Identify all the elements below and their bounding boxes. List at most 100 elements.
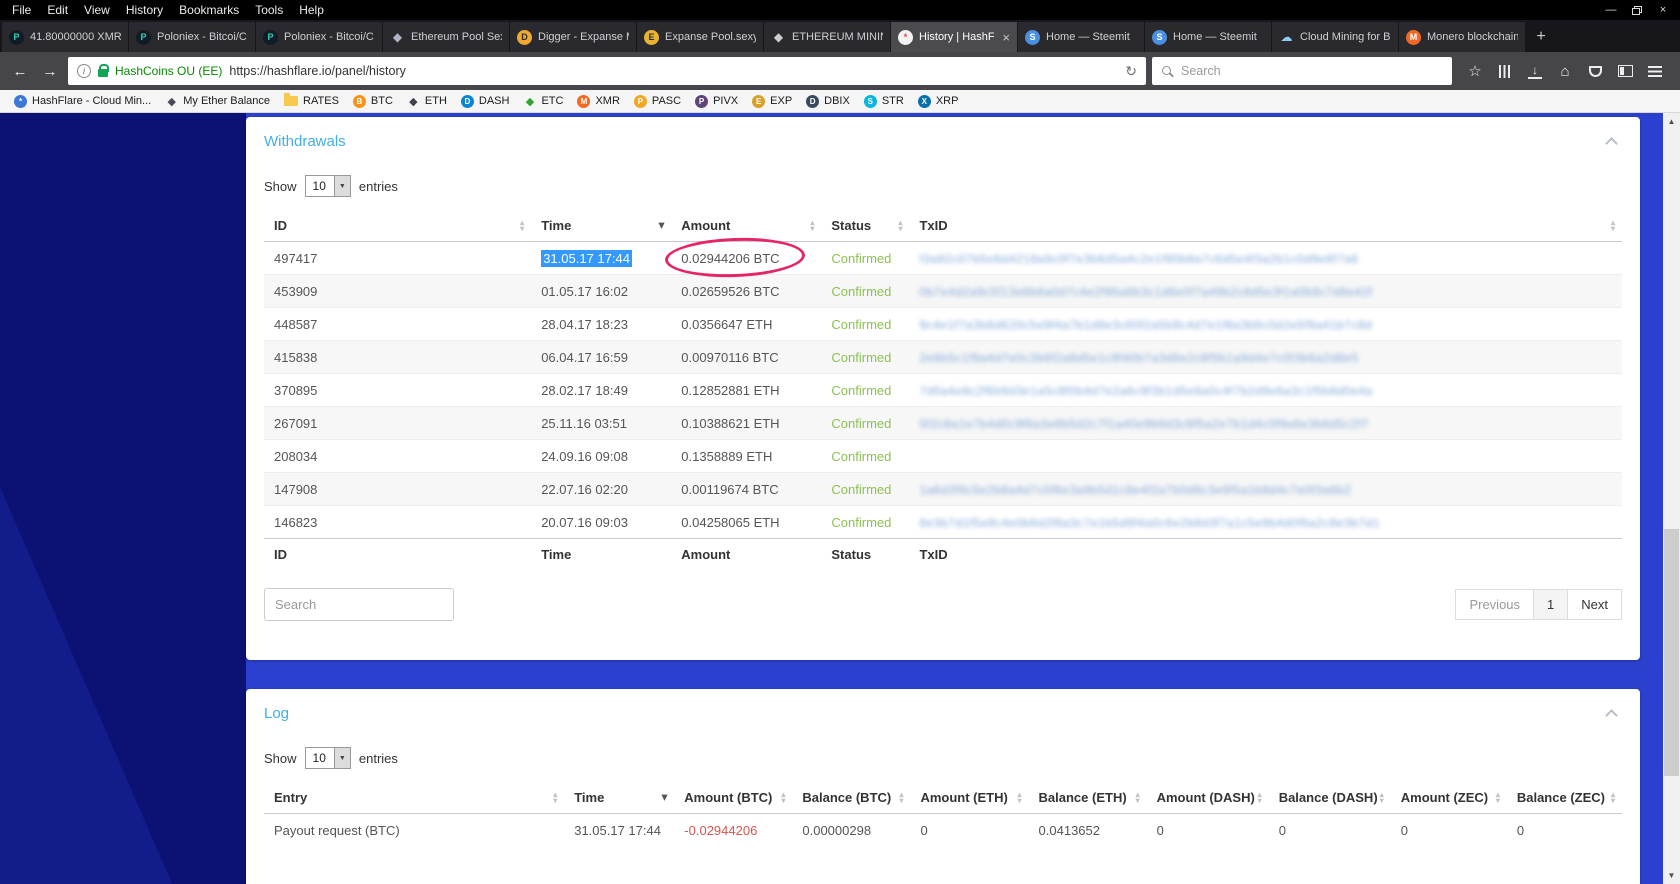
- table-row[interactable]: 370895 28.02.17 18:49 0.12852881 ETH Con…: [264, 373, 1622, 407]
- column-header[interactable]: Balance (BTC) ▴ ▾: [792, 782, 911, 814]
- column-footer: Status: [821, 538, 910, 570]
- bookmark-item[interactable]: D DASH: [455, 93, 516, 110]
- table-row[interactable]: 453909 01.05.17 16:02 0.02659526 BTC Con…: [264, 274, 1622, 308]
- column-header[interactable]: Amount (BTC) ▴ ▾: [674, 782, 793, 814]
- close-button[interactable]: ×: [1653, 3, 1673, 17]
- table-row[interactable]: Payout request (BTC) 31.05.17 17:44 -0.029…: [264, 814, 1622, 847]
- bookmark-item[interactable]: M XMR: [571, 93, 625, 110]
- bookmark-item[interactable]: ◆ My Ether Balance: [159, 93, 276, 110]
- bookmark-item[interactable]: S STR: [858, 93, 910, 110]
- bookmark-item[interactable]: X XRP: [912, 93, 965, 110]
- bookmark-item[interactable]: B BTC: [347, 93, 399, 110]
- menu-item[interactable]: Help: [291, 1, 332, 19]
- cell-txid: f3a92c07b5e6d4218a9c0f7e3b6d5a4c2e1f90b8…: [909, 242, 1622, 275]
- bookmark-item[interactable]: * HashFlare - Cloud Min...: [8, 93, 157, 110]
- vertical-scrollbar[interactable]: ▲ ▼: [1663, 113, 1680, 884]
- browser-tab[interactable]: D Digger - Expanse M: [510, 22, 637, 52]
- browser-tab[interactable]: ◆ ETHEREUM MINING: [764, 22, 891, 52]
- collapse-chevron-icon[interactable]: [1605, 137, 1618, 150]
- page-size-select[interactable]: 10 ▼: [304, 747, 351, 769]
- reload-icon[interactable]: ↻: [1125, 63, 1137, 80]
- menu-item[interactable]: History: [118, 1, 171, 19]
- pocket-icon[interactable]: [1586, 62, 1604, 80]
- column-header[interactable]: Balance (DASH) ▴ ▾: [1268, 782, 1391, 814]
- column-header[interactable]: Balance (ZEC) ▴ ▾: [1506, 782, 1622, 814]
- column-header[interactable]: Amount (ZEC) ▴ ▾: [1390, 782, 1507, 814]
- bookmark-item[interactable]: ◆ ETH: [401, 93, 453, 110]
- column-header[interactable]: ID ▴ ▾: [264, 210, 532, 242]
- library-glyph: [1498, 64, 1512, 78]
- hamburger-menu-icon[interactable]: [1646, 62, 1664, 80]
- column-header[interactable]: Entry ▴ ▾: [264, 782, 565, 814]
- bookmark-item[interactable]: P PIVX: [689, 93, 744, 110]
- tab-close-icon[interactable]: ×: [1002, 30, 1010, 45]
- status-badge: Confirmed: [831, 415, 892, 431]
- back-button[interactable]: ←: [8, 63, 32, 80]
- cell-amount: 0.02944206 BTC: [664, 235, 821, 280]
- table-row[interactable]: 415838 06.04.17 16:59 0.00970116 BTC Con…: [264, 340, 1622, 374]
- bookmark-item[interactable]: P PASC: [628, 93, 687, 110]
- column-header[interactable]: Time ▾: [564, 782, 675, 814]
- table-row[interactable]: 146823 20.07.16 09:03 0.04258065 ETH Con…: [264, 505, 1622, 539]
- browser-tab[interactable]: S Home — Steemit: [1018, 22, 1145, 52]
- url-text[interactable]: https://hashflare.io/panel/history: [229, 64, 1118, 78]
- menu-item[interactable]: Tools: [247, 1, 291, 19]
- minimize-button[interactable]: —: [1601, 3, 1621, 17]
- browser-search-bar[interactable]: Search: [1152, 57, 1452, 85]
- column-header[interactable]: TxID ▴ ▾: [909, 210, 1622, 242]
- column-header[interactable]: Amount (ETH) ▴ ▾: [910, 782, 1029, 814]
- menu-item[interactable]: File: [4, 1, 39, 19]
- scroll-up-arrow-icon[interactable]: ▲: [1663, 113, 1680, 130]
- scroll-down-arrow-icon[interactable]: ▼: [1663, 867, 1680, 884]
- column-header-label: Entry: [274, 790, 308, 805]
- info-icon[interactable]: i: [77, 64, 91, 78]
- bookmark-item[interactable]: ◆ ETC: [517, 93, 569, 110]
- column-header[interactable]: Status ▴ ▾: [821, 210, 910, 242]
- bookmark-item[interactable]: D DBIX: [800, 93, 856, 110]
- pagination-next[interactable]: Next: [1567, 589, 1622, 620]
- bookmark-item[interactable]: E EXP: [746, 93, 798, 110]
- downloads-icon[interactable]: ↓: [1526, 62, 1544, 80]
- cell-amount: 0.1358889 ETH: [671, 439, 822, 473]
- menu-item[interactable]: View: [76, 1, 118, 19]
- column-header[interactable]: Time ▾: [531, 210, 672, 242]
- menu-item[interactable]: Bookmarks: [171, 1, 247, 19]
- column-header[interactable]: Amount ▴ ▾: [671, 210, 822, 242]
- forward-button[interactable]: →: [38, 63, 62, 80]
- column-header[interactable]: Amount (DASH) ▴ ▾: [1146, 782, 1269, 814]
- browser-tab[interactable]: * History | HashFl ×: [891, 22, 1018, 52]
- column-header[interactable]: Balance (ETH) ▴ ▾: [1028, 782, 1147, 814]
- home-icon[interactable]: ⌂: [1556, 62, 1574, 80]
- browser-tab[interactable]: S Home — Steemit: [1145, 22, 1272, 52]
- table-row[interactable]: 267091 25.11.16 03:51 0.10388621 ETH Con…: [264, 406, 1622, 440]
- table-row[interactable]: 448587 28.04.17 18:23 0.0356647 ETH Conf…: [264, 307, 1622, 341]
- bookmark-star-icon[interactable]: ☆: [1466, 62, 1484, 80]
- url-bar[interactable]: i HashCoins OU (EE) https://hashflare.io…: [68, 57, 1146, 85]
- menu-item[interactable]: Edit: [39, 1, 76, 19]
- withdrawal-amount: 0.02944206 BTC: [681, 250, 780, 266]
- table-row[interactable]: 208034 24.09.16 09:08 0.1358889 ETH Conf…: [264, 439, 1622, 473]
- browser-tab[interactable]: P 41.80000000 XMR/: [2, 22, 129, 52]
- browser-tab[interactable]: P Poloniex - Bitcoi/C: [256, 22, 383, 52]
- browser-tab[interactable]: E Expanse Pool.sexy: [637, 22, 764, 52]
- library-icon[interactable]: [1496, 62, 1514, 80]
- tab-favicon-icon: S: [1152, 29, 1167, 45]
- restore-button[interactable]: [1627, 3, 1647, 17]
- table-row[interactable]: 497417 31.05.17 17:44 0.02944206 BTC Con…: [264, 235, 1622, 280]
- bookmark-item[interactable]: RATES: [278, 93, 345, 109]
- status-badge: Confirmed: [831, 481, 892, 497]
- site-identity-label[interactable]: HashCoins OU (EE): [115, 64, 222, 78]
- scrollbar-thumb[interactable]: [1664, 529, 1679, 777]
- browser-tab[interactable]: M Monero blockchain: [1399, 22, 1526, 52]
- collapse-chevron-icon[interactable]: [1605, 709, 1618, 722]
- browser-tab[interactable]: ◆ Ethereum Pool Sex: [383, 22, 510, 52]
- sidebar-icon[interactable]: [1616, 62, 1634, 80]
- page-size-select[interactable]: 10 ▼: [304, 175, 351, 197]
- pagination-page-1[interactable]: 1: [1533, 589, 1569, 620]
- browser-tab[interactable]: P Poloniex - Bitcoi/C: [129, 22, 256, 52]
- new-tab-button[interactable]: +: [1526, 22, 1556, 52]
- table-search-input[interactable]: [264, 588, 454, 621]
- pagination-previous[interactable]: Previous: [1455, 589, 1535, 620]
- table-row[interactable]: 147908 22.07.16 02:20 0.00119674 BTC Con…: [264, 472, 1622, 506]
- browser-tab[interactable]: ☁ Cloud Mining for Bit: [1272, 22, 1399, 52]
